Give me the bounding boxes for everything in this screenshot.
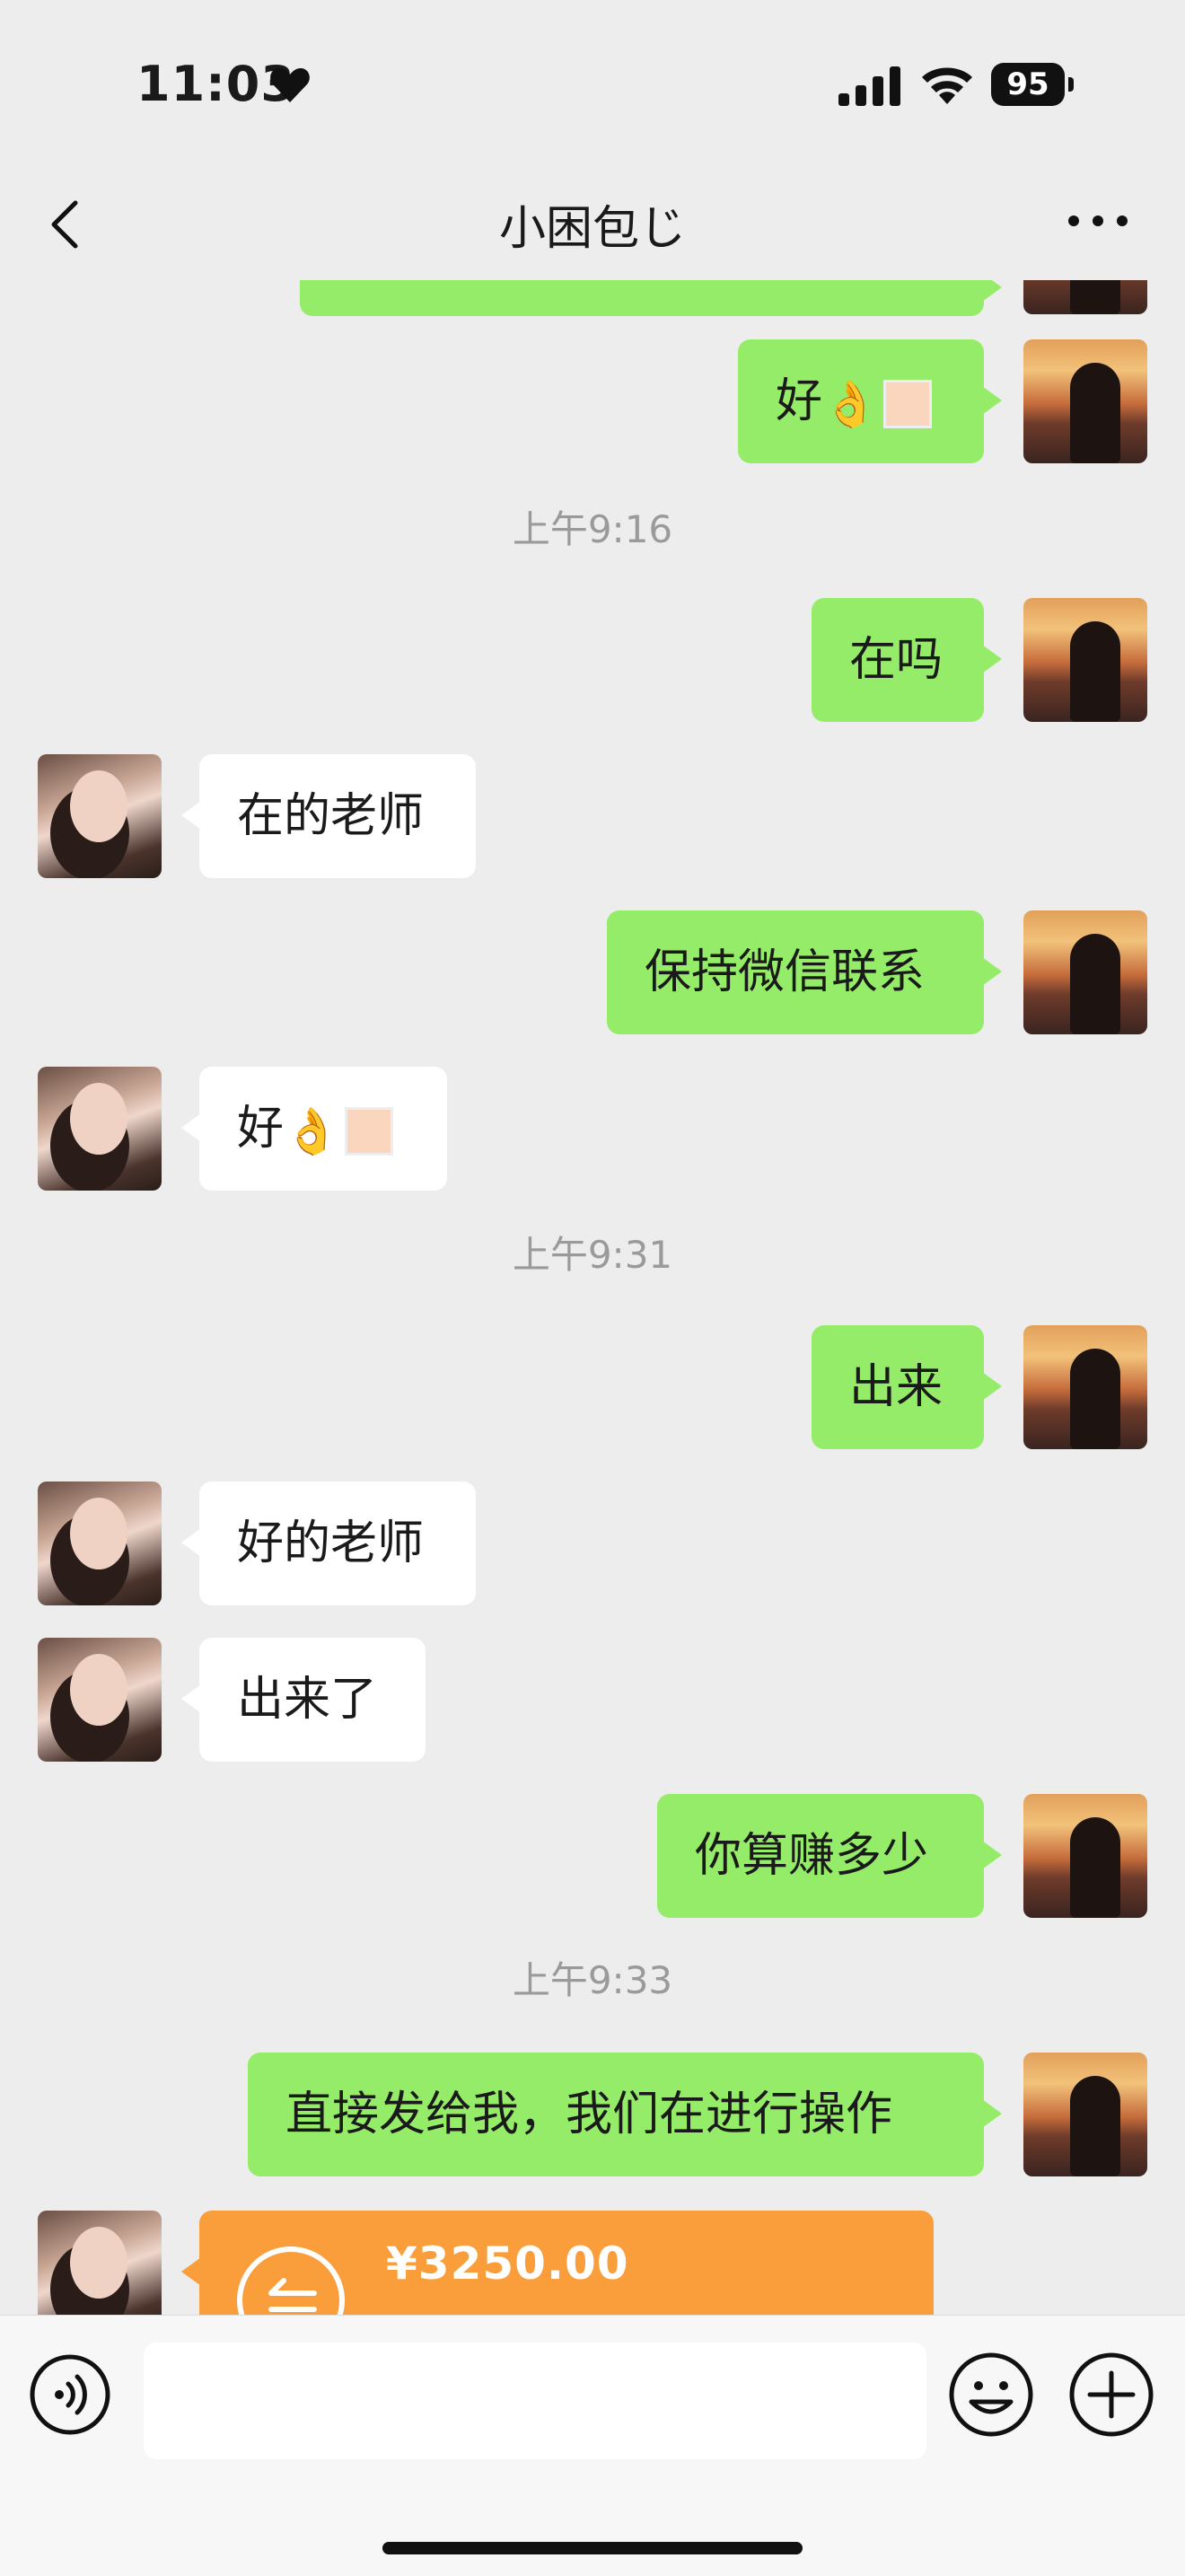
avatar-contact[interactable] (38, 754, 162, 878)
signal-icon (838, 66, 900, 106)
unrendered-emoji-icon (345, 1107, 394, 1156)
ok-hand-icon: 👌 (822, 378, 879, 430)
timestamp: 上午9:33 (512, 1958, 673, 2002)
message-bubble[interactable]: 你算赚多少 (657, 1794, 1002, 1918)
battery-icon: 95 (991, 63, 1074, 106)
input-bar (0, 2315, 1185, 2576)
heart-icon (270, 68, 310, 102)
message-bubble[interactable]: 好👌 (738, 339, 1002, 463)
avatar-self[interactable] (1023, 280, 1147, 314)
status-bar: 11:03 95 (0, 0, 1185, 162)
message-input[interactable] (144, 2343, 926, 2459)
avatar-contact[interactable] (38, 1481, 162, 1605)
unrendered-emoji-icon (883, 380, 933, 428)
message-bubble[interactable]: 出来 (812, 1325, 1002, 1449)
message-bubble[interactable]: 在的老师 (181, 754, 476, 878)
chat-header: 小困包じ (0, 162, 1185, 280)
avatar-self[interactable] (1023, 910, 1147, 1034)
avatar-self[interactable] (1023, 598, 1147, 722)
message-bubble-partial[interactable] (300, 280, 1002, 316)
more-icon[interactable] (1066, 212, 1129, 230)
transfer-arrow-icon (268, 2278, 317, 2312)
home-indicator[interactable] (382, 2542, 803, 2554)
message-list[interactable]: 好👌 上午9:16 在吗 在的老师 保持微信联系 好👌 上午9:31 出来 好的… (0, 280, 1185, 2315)
emoji-icon[interactable] (948, 2352, 1034, 2438)
avatar-contact[interactable] (38, 1067, 162, 1191)
timestamp: 上午9:16 (512, 507, 673, 551)
avatar-contact[interactable] (38, 2211, 162, 2315)
message-bubble[interactable]: 出来了 (181, 1638, 426, 1762)
timestamp: 上午9:31 (512, 1233, 673, 1277)
chat-title: 小困包じ (498, 202, 686, 256)
message-bubble[interactable]: 直接发给我，我们在进行操作 (248, 2053, 1002, 2176)
message-bubble[interactable]: 保持微信联系 (607, 910, 1002, 1034)
battery-level: 95 (991, 63, 1065, 106)
ok-hand-icon: 👌 (284, 1105, 340, 1157)
transfer-amount: ¥3250.00 (386, 2238, 629, 2290)
plus-icon[interactable] (1068, 2352, 1154, 2438)
message-bubble[interactable]: 好的老师 (181, 1481, 476, 1605)
avatar-self[interactable] (1023, 339, 1147, 463)
avatar-self[interactable] (1023, 1794, 1147, 1918)
transfer-card[interactable]: ¥3250.00 (181, 2211, 934, 2315)
avatar-contact[interactable] (38, 1638, 162, 1762)
message-bubble[interactable]: 在吗 (812, 598, 1002, 722)
message-bubble[interactable]: 好👌 (181, 1067, 447, 1191)
avatar-self[interactable] (1023, 2053, 1147, 2176)
avatar-self[interactable] (1023, 1325, 1147, 1449)
wifi-icon (922, 67, 972, 104)
voice-icon[interactable] (29, 2353, 111, 2436)
